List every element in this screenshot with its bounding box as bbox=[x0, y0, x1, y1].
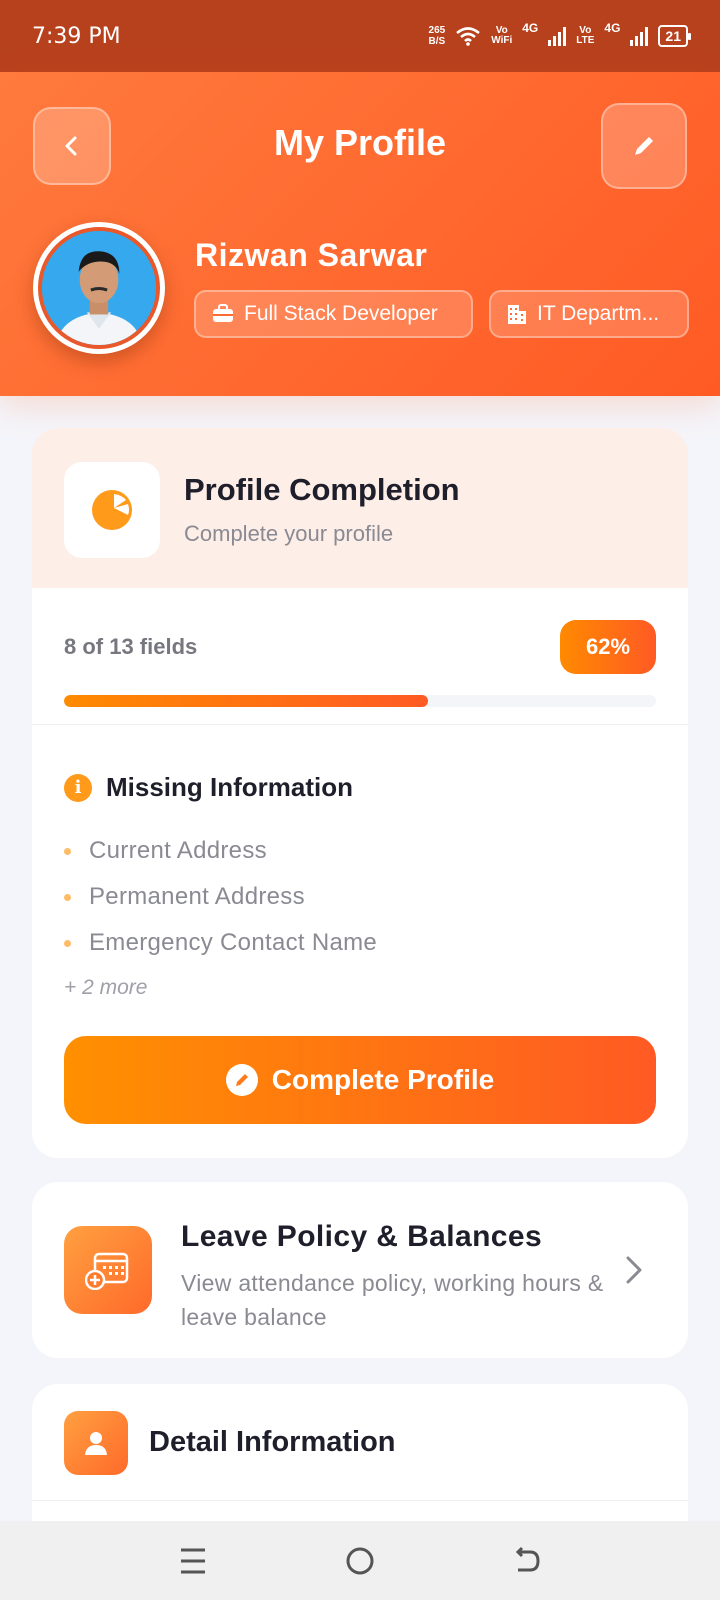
battery-icon: 21 bbox=[658, 25, 691, 47]
vowifi-label: Vo WiFi bbox=[491, 26, 512, 46]
vowifi-bottom: WiFi bbox=[491, 35, 513, 46]
completion-title: Profile Completion bbox=[184, 472, 460, 507]
network-speed-value: 265 bbox=[428, 25, 446, 36]
detail-divider bbox=[32, 1500, 688, 1501]
missing-item-text: Emergency Contact Name bbox=[89, 929, 378, 956]
pencil-icon bbox=[635, 137, 653, 155]
volte-bottom: LTE bbox=[576, 35, 595, 46]
list-item: Emergency Contact Name bbox=[64, 920, 377, 966]
network-type-1: 4G bbox=[522, 21, 539, 35]
leave-policy-title: Leave Policy & Balances bbox=[181, 1220, 543, 1253]
network-speed-unit: B/S bbox=[428, 36, 446, 47]
fields-count: 8 of 13 fields bbox=[64, 634, 198, 659]
home-nav-button[interactable] bbox=[340, 1541, 380, 1581]
completion-progress-bar bbox=[64, 695, 656, 707]
completion-header: Profile Completion Complete your profile bbox=[32, 428, 688, 588]
missing-item-text: Current Address bbox=[89, 837, 267, 864]
edit-profile-button[interactable] bbox=[601, 103, 687, 189]
pie-chart-icon-box bbox=[64, 462, 160, 558]
back-nav-button[interactable] bbox=[507, 1541, 547, 1581]
profile-header: My Profile Rizwan Sarwar Full Stack Deve… bbox=[0, 72, 720, 396]
signal-icon bbox=[548, 26, 567, 46]
pencil-circle-icon bbox=[225, 1064, 258, 1096]
info-icon: i bbox=[64, 773, 92, 802]
back-arrow-icon bbox=[515, 1546, 540, 1571]
volte-label: Vo LTE bbox=[576, 26, 594, 46]
signal-icon-2 bbox=[630, 26, 649, 46]
calendar-add-icon bbox=[64, 1226, 152, 1314]
avatar-photo bbox=[38, 227, 160, 349]
building-icon bbox=[508, 305, 526, 324]
menu-icon bbox=[181, 1548, 206, 1573]
system-navigation-bar bbox=[0, 1521, 720, 1600]
user-name: Rizwan Sarwar bbox=[195, 237, 428, 273]
missing-info-heading: i Missing Information bbox=[64, 772, 353, 803]
missing-item-text: Permanent Address bbox=[89, 883, 305, 910]
completion-divider bbox=[32, 724, 688, 725]
role-chip: Full Stack Developer bbox=[194, 290, 473, 338]
chevron-right-icon bbox=[626, 1256, 642, 1284]
bullet-icon bbox=[64, 847, 71, 855]
role-text: Full Stack Developer bbox=[244, 302, 438, 325]
detail-information-title: Detail Information bbox=[149, 1426, 396, 1458]
network-type-2: 4G bbox=[604, 21, 621, 35]
network-speed: 265 B/S bbox=[429, 25, 446, 47]
status-icons: 265 B/S Vo WiFi 4G Vo LTE 4G 21 bbox=[429, 21, 691, 47]
list-item: Current Address bbox=[64, 828, 377, 874]
person-icon bbox=[64, 1411, 128, 1475]
leave-policy-subtitle: View attendance policy, working hours & … bbox=[181, 1270, 604, 1330]
bullet-icon bbox=[64, 939, 71, 947]
wifi-icon bbox=[456, 27, 481, 46]
battery-level: 21 bbox=[665, 28, 681, 44]
department-text: IT Departm... bbox=[537, 302, 660, 325]
list-item: Permanent Address bbox=[64, 874, 377, 920]
menu-nav-button[interactable] bbox=[173, 1541, 213, 1581]
completion-subtitle: Complete your profile bbox=[184, 521, 394, 546]
person-photo-icon bbox=[42, 231, 156, 345]
status-time: 7:39 PM bbox=[32, 23, 121, 49]
department-chip: IT Departm... bbox=[489, 290, 689, 338]
completion-percent-badge: 62% bbox=[560, 620, 656, 674]
complete-profile-button[interactable]: Complete Profile bbox=[64, 1036, 656, 1124]
home-circle-icon bbox=[346, 1547, 374, 1574]
status-bar: 7:39 PM 265 B/S Vo WiFi 4G Vo LTE 4G 21 bbox=[0, 0, 720, 72]
complete-profile-label: Complete Profile bbox=[271, 1064, 495, 1095]
completion-progress-fill bbox=[64, 695, 429, 707]
leave-policy-card[interactable]: Leave Policy & Balances View attendance … bbox=[32, 1182, 688, 1358]
profile-completion-card: Profile Completion Complete your profile… bbox=[32, 428, 688, 1158]
missing-info-list: Current Address Permanent Address Emerge… bbox=[64, 828, 377, 966]
bullet-icon bbox=[64, 893, 71, 901]
briefcase-icon bbox=[213, 304, 233, 322]
avatar[interactable] bbox=[33, 222, 165, 354]
pie-chart-icon bbox=[92, 490, 132, 530]
missing-info-title: Missing Information bbox=[106, 772, 353, 802]
more-missing-text: + 2 more bbox=[64, 976, 148, 999]
